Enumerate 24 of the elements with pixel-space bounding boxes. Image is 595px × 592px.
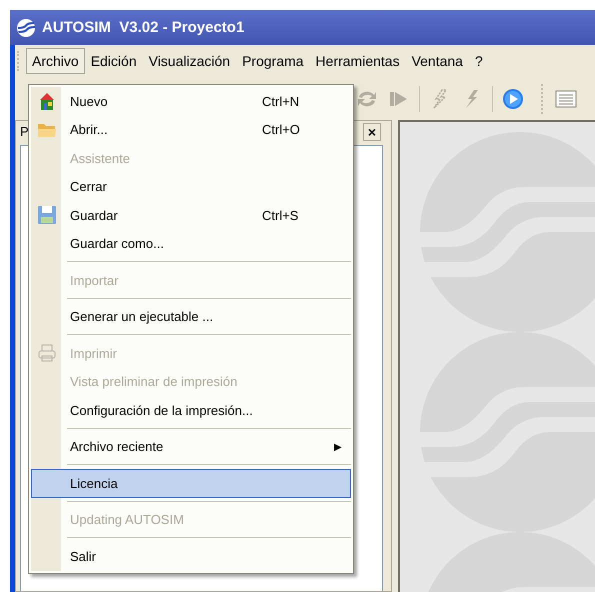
menu-bar-item[interactable]: Programa (236, 48, 310, 74)
menu-bar-item[interactable]: Herramientas (310, 48, 406, 74)
menu-item[interactable]: Nuevo Ctrl+N (31, 87, 351, 116)
menu-item[interactable]: Salir (31, 542, 351, 570)
menu-bar-item[interactable]: ? (468, 48, 489, 74)
close-button[interactable]: × (362, 122, 381, 141)
menu-bar-item[interactable]: Ventana (406, 48, 469, 74)
menu-item[interactable]: Configuración de la impresión... (31, 396, 351, 424)
menu-bar-item[interactable]: Visualización (142, 48, 236, 74)
menu-bar-item[interactable]: Edición (84, 48, 143, 74)
window-title: AUTOSIM V3.02 - Proyecto1 (42, 19, 244, 36)
menu-item[interactable]: Generar un ejecutable ... (31, 302, 351, 331)
printer-icon (37, 343, 57, 364)
menu-item[interactable]: Abrir... Ctrl+O (31, 116, 351, 144)
list-icon[interactable] (554, 88, 578, 110)
menu-item[interactable]: Licencia (31, 469, 351, 498)
menu-item[interactable]: Guardar Ctrl+S (31, 201, 351, 230)
menu-item[interactable]: Archivo reciente ▶ (31, 432, 351, 461)
panel-tab[interactable]: P (20, 124, 29, 140)
app-logo-icon (16, 18, 36, 38)
menu-bar-item[interactable]: Archivo (26, 48, 85, 74)
menu-item[interactable]: Guardar como... (31, 230, 351, 258)
menu-item[interactable]: Cerrar (31, 172, 351, 201)
play-icon[interactable] (501, 86, 525, 111)
